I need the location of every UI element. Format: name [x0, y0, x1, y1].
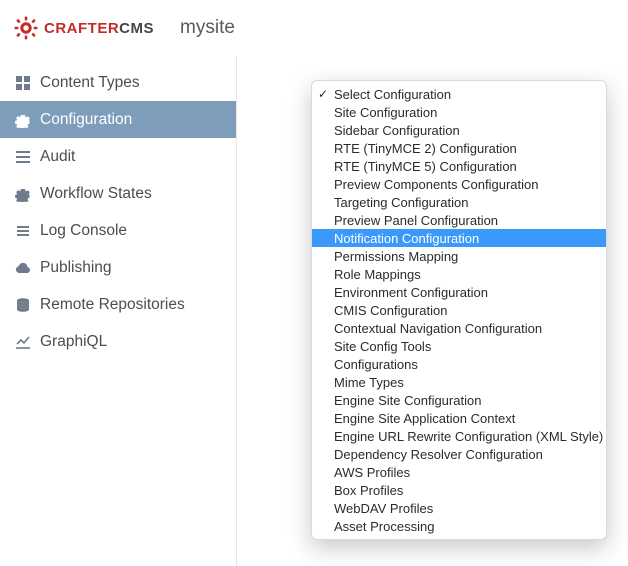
dropdown-option[interactable]: Configurations: [312, 355, 606, 373]
sidebar-item-label: Log Console: [40, 222, 127, 240]
sidebar-item-label: Content Types: [40, 74, 140, 92]
gear-icon: [14, 186, 32, 202]
sidebar-item-publishing[interactable]: Publishing: [0, 249, 236, 286]
bars-icon: [14, 223, 32, 239]
sidebar-item-audit[interactable]: Audit: [0, 138, 236, 175]
gear-icon: [14, 16, 38, 40]
cloud-icon: [14, 260, 32, 276]
dropdown-option[interactable]: CMIS Configuration: [312, 301, 606, 319]
configuration-dropdown[interactable]: Select ConfigurationSite ConfigurationSi…: [311, 80, 607, 540]
logo-text: CRAFTERCMS: [44, 20, 154, 37]
body: Content Types Configuration Audit Workfl…: [0, 56, 628, 566]
dropdown-option[interactable]: AWS Profiles: [312, 463, 606, 481]
sidebar-item-label: Publishing: [40, 259, 112, 277]
sidebar-item-label: GraphiQL: [40, 333, 107, 351]
dropdown-option[interactable]: Select Configuration: [312, 85, 606, 103]
grid-icon: [14, 75, 32, 91]
dropdown-option[interactable]: Contextual Navigation Configuration: [312, 319, 606, 337]
dropdown-option[interactable]: Permissions Mapping: [312, 247, 606, 265]
dropdown-option[interactable]: Preview Components Configuration: [312, 175, 606, 193]
dropdown-option[interactable]: Environment Configuration: [312, 283, 606, 301]
dropdown-option[interactable]: Site Config Tools: [312, 337, 606, 355]
sidebar-item-label: Audit: [40, 148, 75, 166]
sidebar-item-label: Configuration: [40, 111, 132, 129]
sidebar-item-log-console[interactable]: Log Console: [0, 212, 236, 249]
content-area: Select ConfigurationSite ConfigurationSi…: [237, 56, 628, 566]
dropdown-option[interactable]: Box Profiles: [312, 481, 606, 499]
dropdown-option[interactable]: Targeting Configuration: [312, 193, 606, 211]
dropdown-option[interactable]: RTE (TinyMCE 2) Configuration: [312, 139, 606, 157]
dropdown-option[interactable]: Asset Processing: [312, 517, 606, 535]
sidebar-item-workflow-states[interactable]: Workflow States: [0, 175, 236, 212]
sidebar-item-label: Workflow States: [40, 185, 152, 203]
logo[interactable]: CRAFTERCMS: [14, 16, 154, 40]
database-icon: [14, 297, 32, 313]
chart-icon: [14, 334, 32, 350]
sidebar-item-graphiql[interactable]: GraphiQL: [0, 323, 236, 360]
sidebar-item-content-types[interactable]: Content Types: [0, 64, 236, 101]
app-root: CRAFTERCMS mysite Content Types Configur…: [0, 0, 628, 566]
header: CRAFTERCMS mysite: [0, 0, 628, 56]
sidebar-item-configuration[interactable]: Configuration: [0, 101, 236, 138]
dropdown-option[interactable]: Engine Site Application Context: [312, 409, 606, 427]
dropdown-option[interactable]: Site Configuration: [312, 103, 606, 121]
dropdown-option[interactable]: Sidebar Configuration: [312, 121, 606, 139]
sidebar-item-remote-repositories[interactable]: Remote Repositories: [0, 286, 236, 323]
dropdown-option[interactable]: Dependency Resolver Configuration: [312, 445, 606, 463]
gear-icon: [14, 112, 32, 128]
dropdown-option[interactable]: Notification Configuration: [312, 229, 606, 247]
dropdown-option[interactable]: Preview Panel Configuration: [312, 211, 606, 229]
dropdown-option[interactable]: Role Mappings: [312, 265, 606, 283]
dropdown-option[interactable]: WebDAV Profiles: [312, 499, 606, 517]
dropdown-option[interactable]: Engine Site Configuration: [312, 391, 606, 409]
sidebar: Content Types Configuration Audit Workfl…: [0, 56, 237, 566]
dropdown-option[interactable]: Engine URL Rewrite Configuration (XML St…: [312, 427, 606, 445]
sidebar-item-label: Remote Repositories: [40, 296, 185, 314]
site-name: mysite: [180, 17, 235, 39]
dropdown-option[interactable]: Mime Types: [312, 373, 606, 391]
list-icon: [14, 149, 32, 165]
dropdown-option[interactable]: RTE (TinyMCE 5) Configuration: [312, 157, 606, 175]
